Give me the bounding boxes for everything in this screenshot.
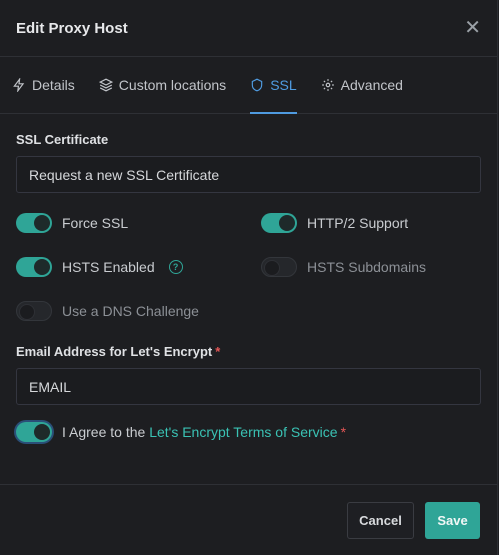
email-value: EMAIL: [29, 378, 72, 395]
save-button[interactable]: Save: [425, 501, 480, 539]
http2-label: HTTP/2 Support: [307, 215, 409, 231]
cancel-button[interactable]: Cancel: [347, 501, 414, 539]
force-ssl-toggle[interactable]: [16, 213, 52, 233]
email-label-row: Email Address for Let's Encrypt *: [16, 344, 481, 359]
email-block: Email Address for Let's Encrypt * EMAIL: [16, 344, 481, 405]
shield-icon: [251, 78, 263, 92]
ssl-options: Force SSL HTTP/2 Support HSTS Enabled ? …: [16, 212, 481, 322]
hsts-label: HSTS Enabled: [62, 259, 155, 275]
tab-ssl-label: SSL: [270, 77, 297, 93]
ssl-certificate-select[interactable]: Request a new SSL Certificate: [16, 156, 481, 193]
tos-link[interactable]: Let's Encrypt Terms of Service: [149, 424, 337, 440]
modal-footer: Cancel Save: [0, 484, 497, 555]
tab-details-label: Details: [32, 77, 75, 93]
ssl-certificate-label: SSL Certificate: [16, 132, 109, 147]
tab-advanced-label: Advanced: [340, 77, 403, 93]
tab-details[interactable]: Details: [12, 57, 75, 113]
modal-title: Edit Proxy Host: [16, 19, 128, 37]
tab-custom-locations-label: Custom locations: [118, 77, 227, 93]
agree-tos-toggle[interactable]: [16, 422, 52, 442]
email-label: Email Address for Let's Encrypt: [16, 344, 213, 359]
dns-challenge-toggle[interactable]: [16, 301, 52, 321]
help-icon[interactable]: ?: [168, 260, 183, 274]
modal-header: Edit Proxy Host ✕: [0, 0, 497, 57]
hsts-toggle[interactable]: [16, 257, 52, 277]
agree-required-mark: *: [340, 424, 347, 440]
gear-icon: [321, 79, 334, 91]
tab-bar: Details Custom locations SSL Advanced: [0, 57, 497, 114]
ssl-form: SSL Certificate Request a new SSL Certif…: [0, 114, 497, 442]
http2-toggle[interactable]: [261, 213, 297, 233]
hsts-subdomains-label: HSTS Subdomains: [307, 259, 427, 275]
force-ssl-toggle-row: Force SSL: [16, 212, 261, 234]
email-field[interactable]: EMAIL: [16, 368, 481, 405]
ssl-certificate-value: Request a new SSL Certificate: [29, 166, 220, 183]
close-icon[interactable]: ✕: [464, 18, 481, 38]
agree-tos-text: I Agree to the Let's Encrypt Terms of Se…: [62, 424, 346, 440]
layers-icon: [98, 78, 113, 92]
dns-challenge-toggle-row: Use a DNS Challenge: [16, 300, 261, 322]
tab-advanced[interactable]: Advanced: [321, 57, 403, 113]
force-ssl-label: Force SSL: [62, 215, 129, 231]
http2-toggle-row: HTTP/2 Support: [261, 212, 481, 234]
bolt-icon: [13, 78, 25, 92]
agree-tos-row: I Agree to the Let's Encrypt Terms of Se…: [16, 422, 481, 442]
dns-challenge-label: Use a DNS Challenge: [62, 303, 199, 319]
hsts-toggle-row: HSTS Enabled ?: [16, 256, 261, 278]
hsts-subdomains-toggle[interactable]: [261, 257, 297, 277]
tab-custom-locations[interactable]: Custom locations: [98, 57, 227, 113]
hsts-subdomains-toggle-row: HSTS Subdomains: [261, 256, 481, 278]
email-required-mark: *: [215, 344, 221, 359]
tab-ssl[interactable]: SSL: [250, 57, 298, 114]
agree-tos-prefix: I Agree to the: [62, 424, 146, 440]
edit-proxy-host-modal: Edit Proxy Host ✕ Details Custom locatio…: [0, 0, 498, 555]
